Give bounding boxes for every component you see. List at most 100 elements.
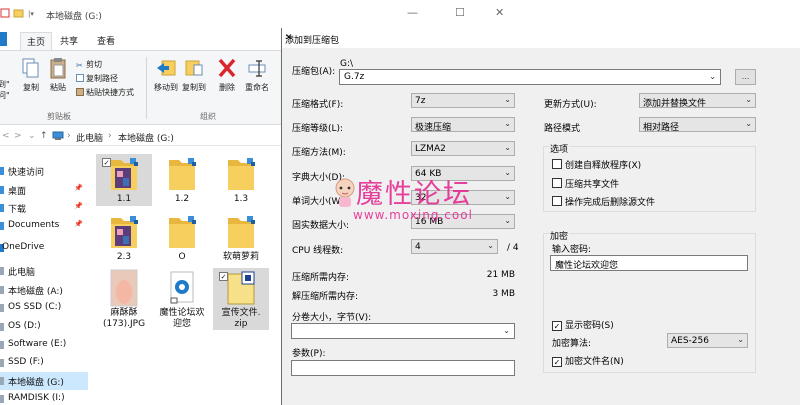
file-item[interactable]: 麻酥酥 (173).JPG xyxy=(96,268,152,330)
maximize-icon[interactable]: ☐ xyxy=(455,6,465,19)
quick-access-toolbar[interactable]: |▾ xyxy=(0,8,40,21)
file-item[interactable]: 魔性论坛欢 迎您 xyxy=(154,268,210,330)
pin-quick-access-label[interactable]: 到" 问" xyxy=(0,79,10,101)
scissors-icon: ✂ xyxy=(76,61,83,70)
breadcrumb-separator-icon: › xyxy=(67,131,71,141)
file-item[interactable]: ✓ 宣传文件. zip xyxy=(213,268,269,330)
file-item[interactable]: 1.2 xyxy=(154,154,210,206)
encryption-method-value: AES-256 xyxy=(671,336,709,346)
nav-item[interactable]: Documents 📌 xyxy=(0,217,88,235)
breadcrumb-drive[interactable]: 本地磁盘 (G:) xyxy=(118,131,174,144)
move-to-label: 移动到 xyxy=(154,83,178,92)
close-icon[interactable]: ✕ xyxy=(495,6,504,19)
breadcrumb-this-pc[interactable]: 此电脑 xyxy=(76,131,103,144)
minimize-icon[interactable]: — xyxy=(407,6,418,19)
paste-shortcut-icon xyxy=(76,88,84,96)
pin-icon: 📌 xyxy=(74,184,83,192)
parameters-input[interactable] xyxy=(291,360,515,376)
level-select[interactable]: 极速压缩 ⌄ xyxy=(411,117,515,133)
nav-item[interactable]: 本地磁盘 (A:) xyxy=(0,281,88,299)
memory-compress-label: 压缩所需内存: xyxy=(292,273,350,283)
file-name: 宣传文件. zip xyxy=(221,308,261,329)
update-mode-value: 添加并替换文件 xyxy=(643,99,707,109)
drive-icon xyxy=(0,377,4,385)
path-mode-select[interactable]: 相对路径 ⌄ xyxy=(639,117,756,133)
chevron-down-icon: ⌄ xyxy=(487,241,494,250)
paste-button[interactable]: 粘贴 xyxy=(41,55,75,93)
chevron-down-icon: ⌄ xyxy=(504,95,511,104)
selection-checkbox-icon[interactable]: ✓ xyxy=(219,272,228,281)
chevron-down-icon: ⌄ xyxy=(737,335,744,344)
cut-button[interactable]: ✂ 剪切 xyxy=(76,59,102,70)
drive-icon xyxy=(0,204,4,212)
image-file-icon xyxy=(105,268,143,308)
nav-item[interactable]: 此电脑 xyxy=(0,262,88,280)
nav-item[interactable]: 桌面 📌 xyxy=(0,181,88,199)
copy-path-label: 复制路径 xyxy=(86,74,118,83)
star-icon xyxy=(0,167,4,175)
delete-button[interactable]: 删除 xyxy=(210,55,244,93)
encrypt-names-label: 加密文件名(N) xyxy=(565,357,624,367)
tab-view[interactable]: 查看 xyxy=(97,34,115,47)
checkbox-icon xyxy=(552,196,562,206)
clipboard-group-label: 剪贴板 xyxy=(47,112,71,121)
selection-checkbox-icon[interactable]: ✓ xyxy=(102,158,111,167)
method-select[interactable]: LZMA2 ⌄ xyxy=(411,141,515,156)
nav-item[interactable]: OS SSD (C:) xyxy=(0,299,88,317)
tab-share[interactable]: 共享 xyxy=(60,34,78,47)
tab-home[interactable]: 主页 xyxy=(20,32,53,50)
checkbox-icon xyxy=(552,159,562,169)
nav-item[interactable]: OneDrive xyxy=(0,239,88,257)
browse-button[interactable]: ... xyxy=(735,69,756,85)
rename-button[interactable]: 重命名 xyxy=(240,55,274,93)
create-sfx-checkbox[interactable]: 创建自释放程序(X) xyxy=(552,158,641,171)
encrypt-names-checkbox[interactable]: ✓ 加密文件名(N) xyxy=(552,354,624,367)
memory-compress-value: 21 MB xyxy=(486,270,515,280)
show-password-checkbox[interactable]: ✓ 显示密码(S) xyxy=(552,318,614,331)
delete-icon xyxy=(218,58,236,78)
file-item[interactable]: O xyxy=(154,212,210,264)
nav-item[interactable]: SSD (F:) xyxy=(0,354,88,372)
chevron-down-icon[interactable]: ⌄ xyxy=(709,72,716,81)
drive-icon xyxy=(0,286,4,294)
archive-name-combobox[interactable]: G.7z ⌄ xyxy=(339,69,721,85)
paste-shortcut-button[interactable]: 粘贴快捷方式 xyxy=(76,87,134,98)
pin-icon: 📌 xyxy=(74,220,83,228)
nav-item[interactable]: 快速访问 xyxy=(0,162,88,180)
recent-locations-icon[interactable]: ⌄ xyxy=(28,131,36,141)
password-input[interactable]: 魔性论坛欢迎您 xyxy=(550,255,748,271)
copy-to-button[interactable]: 复制到 xyxy=(177,55,211,93)
delete-after-checkbox[interactable]: 操作完成后删除源文件 xyxy=(552,195,655,208)
pin-icon: 📌 xyxy=(74,202,83,210)
show-password-label: 显示密码(S) xyxy=(565,321,614,331)
close-icon[interactable]: ✕ xyxy=(285,33,763,43)
file-name: 1.3 xyxy=(233,194,249,204)
threads-select[interactable]: 4 ⌄ xyxy=(411,239,498,254)
nav-item[interactable]: Software (E:) xyxy=(0,336,88,354)
nav-item[interactable]: OS (D:) xyxy=(0,318,88,336)
chevron-down-icon[interactable]: ⌄ xyxy=(503,326,510,335)
file-item[interactable]: 1.3 xyxy=(213,154,269,206)
password-value: 魔性论坛欢迎您 xyxy=(555,261,619,271)
file-name: O xyxy=(178,252,186,262)
split-volume-combobox[interactable]: ⌄ xyxy=(291,323,515,339)
file-item[interactable]: 软萌萝莉 xyxy=(213,212,269,264)
folder-image-icon xyxy=(105,212,143,252)
nav-item[interactable]: RAMDISK (I:) xyxy=(0,390,88,405)
update-mode-select[interactable]: 添加并替换文件 ⌄ xyxy=(639,93,756,109)
file-item[interactable]: 2.3 xyxy=(96,212,152,264)
file-item[interactable]: ✓ 1.1 xyxy=(96,154,152,206)
nav-forward-icon[interactable]: > xyxy=(14,131,22,141)
nav-item[interactable]: 下载 📌 xyxy=(0,199,88,217)
copy-path-button[interactable]: 复制路径 xyxy=(76,73,118,84)
encryption-method-select[interactable]: AES-256 ⌄ xyxy=(667,333,748,348)
copy-to-icon xyxy=(185,60,203,76)
compress-shared-checkbox[interactable]: 压缩共享文件 xyxy=(552,177,619,190)
nav-back-icon[interactable]: < xyxy=(2,131,10,141)
checkbox-icon xyxy=(552,178,562,188)
tab-file[interactable] xyxy=(0,32,7,46)
nav-up-icon[interactable]: ↑ xyxy=(40,131,48,141)
format-select[interactable]: 7z ⌄ xyxy=(411,93,515,108)
method-label: 压缩方法(M): xyxy=(292,148,346,158)
nav-item[interactable]: 本地磁盘 (G:) xyxy=(0,372,88,390)
